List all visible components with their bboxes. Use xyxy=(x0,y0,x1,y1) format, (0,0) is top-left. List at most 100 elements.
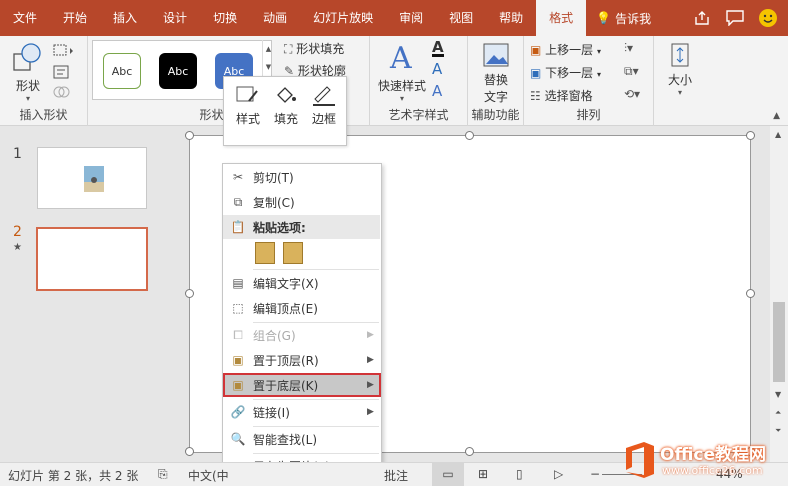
size-icon xyxy=(671,43,689,67)
resize-handle-tl[interactable] xyxy=(185,131,194,140)
menu-edit-text-label: 编辑文字(X) xyxy=(253,276,319,291)
menu-edit-points-label: 编辑顶点(E) xyxy=(253,301,318,316)
send-to-back-icon: ▣ xyxy=(232,378,244,392)
alt-text-label-2: 文字 xyxy=(483,90,508,104)
align-icon[interactable]: ⫶▾ xyxy=(624,41,633,56)
style-sample-black[interactable]: Abc xyxy=(159,53,197,89)
spell-check-icon[interactable]: ⎘ xyxy=(158,467,168,482)
selection-pane-button[interactable]: ☷ 选择窗格 xyxy=(530,87,593,104)
alt-text-button[interactable]: 替换 文字 xyxy=(478,42,514,105)
smiley-icon[interactable] xyxy=(758,8,778,28)
tab-home[interactable]: 开始 xyxy=(50,0,100,36)
tab-insert[interactable]: 插入 xyxy=(100,0,150,36)
language-indicator[interactable]: 中文(中 xyxy=(188,467,229,484)
slide-thumbnail-1[interactable] xyxy=(37,147,147,209)
menu-bring-to-front-label: 置于顶层(R) xyxy=(253,353,319,368)
tab-design[interactable]: 设计 xyxy=(150,0,200,36)
resize-handle-tr[interactable] xyxy=(746,131,755,140)
group-label-wordart: 艺术字样式 xyxy=(388,108,449,122)
link-icon: 🔗 xyxy=(230,405,246,419)
resize-handle-bm[interactable] xyxy=(465,447,474,456)
tab-slideshow[interactable]: 幻灯片放映 xyxy=(300,0,386,36)
scissors-icon: ✂ xyxy=(232,170,244,184)
ribbon: 形状 ▾ 插入形状 Abc Abc Abc ▲▼▾ ⛶ 形状填充 ✎ 形状轮廓 … xyxy=(0,36,788,126)
text-outline-icon[interactable]: A xyxy=(432,60,442,78)
paste-keep-source-icon[interactable] xyxy=(255,242,275,264)
paste-as-picture-icon[interactable] xyxy=(283,242,303,264)
slideshow-view-icon[interactable]: ▷ xyxy=(554,467,563,481)
tab-file[interactable]: 文件 xyxy=(0,0,50,36)
group-size: 大小 ▾ xyxy=(654,36,708,126)
quick-styles-label: 快速样式 xyxy=(377,79,426,93)
reading-view-icon[interactable]: ▯ xyxy=(516,467,523,481)
zoom-out-icon[interactable]: − xyxy=(590,467,600,481)
watermark-logo: Office教程网 www.office26.com xyxy=(622,436,788,484)
svg-text:A: A xyxy=(389,41,412,74)
menu-smart-lookup[interactable]: 🔍 智能查找(L) xyxy=(223,427,381,451)
tell-me-box[interactable]: 💡 告诉我 xyxy=(596,10,651,27)
send-backward-button[interactable]: ▣ 下移一层 ▾ xyxy=(530,64,601,81)
size-label: 大小 xyxy=(667,73,692,87)
menu-paste-options: 📋 粘贴选项: xyxy=(223,215,380,239)
group-label-arrange: 排列 xyxy=(576,108,601,122)
share-icon[interactable] xyxy=(694,10,712,26)
menu-bring-to-front[interactable]: ▣ 置于顶层(R) ▶ xyxy=(223,348,381,372)
text-effects-icon[interactable]: A xyxy=(432,82,442,100)
tab-review[interactable]: 审阅 xyxy=(386,0,436,36)
mini-style-button[interactable]: 样式 xyxy=(230,85,266,127)
tab-help[interactable]: 帮助 xyxy=(486,0,536,36)
comment-icon[interactable] xyxy=(726,10,744,26)
group-objects-icon[interactable]: ⧉▾ xyxy=(624,64,639,79)
menu-edit-points[interactable]: ⬚ 编辑顶点(E) xyxy=(223,296,381,320)
bring-forward-button[interactable]: ▣ 上移一层 ▾ xyxy=(530,41,601,58)
scroll-up-icon[interactable]: ▲ xyxy=(775,130,781,139)
comments-button[interactable]: 批注 xyxy=(384,467,408,484)
shape-fill-label: 形状填充 xyxy=(296,42,345,56)
tab-format[interactable]: 格式 xyxy=(536,0,587,36)
quick-styles-button[interactable]: A 快速样式 ▾ xyxy=(376,40,428,103)
style-sample-outline[interactable]: Abc xyxy=(103,53,141,89)
prev-slide-icon[interactable]: ⏶ xyxy=(775,408,781,418)
mini-fill-button[interactable]: 填充 xyxy=(268,85,304,127)
alt-text-icon xyxy=(483,43,509,67)
tab-transitions[interactable]: 切换 xyxy=(200,0,250,36)
title-icons xyxy=(694,0,788,36)
menu-cut[interactable]: ✂ 剪切(T) xyxy=(223,165,381,189)
tab-view[interactable]: 视图 xyxy=(436,0,486,36)
shapes-button[interactable]: 形状 ▾ xyxy=(8,42,48,103)
rotate-icon[interactable]: ⟲▾ xyxy=(624,87,640,101)
normal-view-icon[interactable]: ▭ xyxy=(432,463,464,486)
menu-separator xyxy=(253,269,379,270)
resize-handle-ml[interactable] xyxy=(185,289,194,298)
menu-edit-text[interactable]: ▤ 编辑文字(X) xyxy=(223,271,381,295)
vertical-scrollbar[interactable]: ▲ ▼ ⏶ ⏷ xyxy=(770,126,788,462)
size-button[interactable]: 大小 ▾ xyxy=(662,42,698,97)
menu-link[interactable]: 🔗 链接(I) ▶ xyxy=(223,400,381,424)
bring-forward-icon: ▣ xyxy=(530,43,542,57)
scroll-down-icon[interactable]: ▼ xyxy=(775,390,781,399)
resize-handle-tm[interactable] xyxy=(465,131,474,140)
shape-fill-button[interactable]: ⛶ 形状填充 xyxy=(284,40,344,57)
menu-copy[interactable]: ⧉ 复制(C) xyxy=(223,190,381,214)
fill-bucket-icon xyxy=(277,87,296,103)
menu-copy-label: 复制(C) xyxy=(253,195,295,210)
ribbon-tab-bar: 文件 开始 插入 设计 切换 动画 幻灯片放映 审阅 视图 帮助 格式 💡 告诉… xyxy=(0,0,788,36)
menu-link-label: 链接(I) xyxy=(253,405,290,420)
collapse-ribbon-icon[interactable]: ▲ xyxy=(773,111,780,121)
slide-sorter-icon[interactable]: ⊞ xyxy=(478,467,488,481)
menu-send-to-back[interactable]: ▣ 置于底层(K) ▶ xyxy=(223,373,381,397)
resize-handle-bl[interactable] xyxy=(185,447,194,456)
slide-thumbnail-2[interactable] xyxy=(36,227,148,291)
mini-border-button[interactable]: 边框 xyxy=(306,85,342,127)
scroll-thumb[interactable] xyxy=(773,302,785,382)
textbox-icon[interactable] xyxy=(52,64,76,80)
next-slide-icon[interactable]: ⏷ xyxy=(775,426,781,436)
merge-shapes-icon[interactable] xyxy=(52,84,76,100)
menu-group-label: 组合(G) xyxy=(253,328,296,343)
border-pen-icon xyxy=(313,86,335,106)
text-fill-icon[interactable]: A xyxy=(432,40,444,57)
clipboard-icon: 📋 xyxy=(230,220,246,234)
tab-animations[interactable]: 动画 xyxy=(250,0,300,36)
edit-shape-icon[interactable] xyxy=(52,42,76,58)
resize-handle-mr[interactable] xyxy=(746,289,755,298)
